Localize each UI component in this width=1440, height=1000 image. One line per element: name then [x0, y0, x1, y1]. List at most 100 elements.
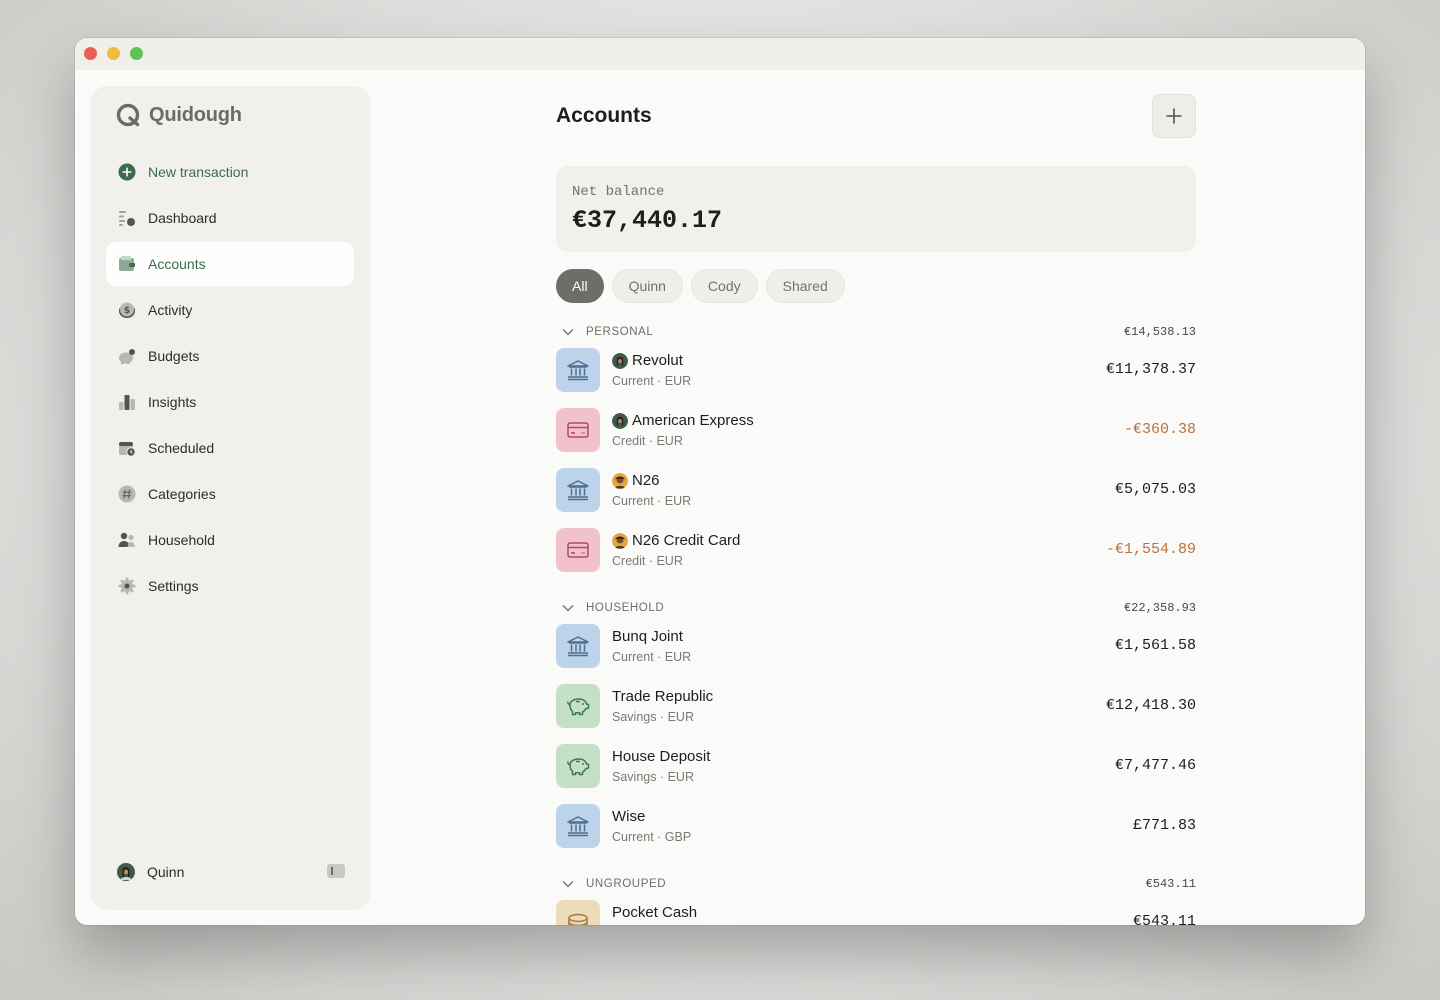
account-type: Current · EUR	[612, 494, 692, 508]
account-name: N26 Credit Card	[632, 532, 741, 549]
account-balance: -€360.38	[1123, 421, 1196, 438]
account-name: N26	[632, 472, 660, 489]
account-type: Savings · EUR	[612, 770, 694, 784]
account-row[interactable]: Trade Republic Savings · EUR €12,418.30	[556, 684, 1196, 728]
account-type: Savings · EUR	[612, 710, 694, 724]
bank-icon	[556, 624, 600, 668]
minimize-window-button[interactable]	[107, 47, 120, 60]
credit-card-icon	[556, 408, 600, 452]
account-row[interactable]: N26 Credit Card Credit · EUR -€1,554.89	[556, 528, 1196, 572]
sidebar-item-label: Household	[148, 532, 215, 548]
dashboard-icon	[118, 209, 136, 227]
title-bar	[75, 38, 1365, 70]
account-balance: €1,561.58	[1114, 637, 1196, 654]
account-type: Credit · EUR	[612, 554, 683, 568]
user-name: Quinn	[147, 864, 185, 880]
sidebar-item-label: Insights	[148, 394, 197, 410]
coins-icon	[556, 900, 600, 925]
account-name: Pocket Cash	[612, 904, 698, 921]
page-title: Accounts	[556, 104, 652, 127]
account-name: Revolut	[632, 352, 683, 369]
sidebar-item-dashboard[interactable]: Dashboard	[106, 196, 354, 240]
account-balance: €11,378.37	[1105, 361, 1196, 378]
account-balance: €7,477.46	[1114, 757, 1196, 774]
owner-filter-tabs: All Quinn Cody Shared	[556, 269, 845, 303]
app-name: Quidough	[149, 103, 242, 126]
account-name: American Express	[632, 412, 754, 429]
net-balance-value: €37,440.17	[572, 206, 723, 235]
group-name: UNGROUPED	[586, 878, 667, 890]
group-header-personal[interactable]: PERSONAL €14,538.13	[556, 324, 1196, 340]
app-window: Quidough New transaction Dashboard Accou…	[75, 38, 1365, 925]
account-row[interactable]: Pocket Cash €543.11	[556, 900, 1196, 925]
account-row[interactable]: House Deposit Savings · EUR €7,477.46	[556, 744, 1196, 788]
svg-text:$: $	[124, 306, 130, 316]
sidebar-item-categories[interactable]: Categories	[106, 472, 354, 516]
sidebar-item-household[interactable]: Household	[106, 518, 354, 562]
filter-quinn[interactable]: Quinn	[611, 269, 683, 303]
credit-card-icon	[556, 528, 600, 572]
account-balance: £771.83	[1132, 817, 1196, 834]
piggy-bank-icon	[556, 744, 600, 788]
piggy-bank-icon	[118, 347, 136, 365]
sidebar-item-budgets[interactable]: Budgets	[106, 334, 354, 378]
piggy-bank-icon	[556, 684, 600, 728]
sidebar-item-scheduled[interactable]: Scheduled	[106, 426, 354, 470]
owner-avatar	[612, 412, 628, 429]
account-row[interactable]: Revolut Current · EUR €11,378.37	[556, 348, 1196, 392]
account-row[interactable]: Wise Current · GBP £771.83	[556, 804, 1196, 848]
sidebar-item-settings[interactable]: Settings	[106, 564, 354, 608]
filter-cody[interactable]: Cody	[690, 269, 758, 303]
chevron-down-icon	[556, 324, 580, 340]
sidebar-item-label: Accounts	[148, 256, 206, 272]
account-balance: €543.11	[1132, 913, 1196, 925]
account-name: Trade Republic	[612, 688, 714, 705]
group-total: €543.11	[1145, 877, 1196, 891]
sidebar-item-label: Settings	[148, 578, 199, 594]
avatar	[117, 863, 135, 881]
group-name: PERSONAL	[586, 326, 654, 338]
sidebar-toggle-icon[interactable]	[327, 864, 345, 878]
hashtag-icon	[118, 485, 136, 503]
owner-avatar	[612, 352, 628, 369]
filter-shared[interactable]: Shared	[765, 269, 845, 303]
new-transaction-label: New transaction	[148, 164, 249, 180]
group-header-ungrouped[interactable]: UNGROUPED €543.11	[556, 876, 1196, 892]
account-type: Credit · EUR	[612, 434, 683, 448]
zoom-window-button[interactable]	[130, 47, 143, 60]
chevron-down-icon	[556, 600, 580, 616]
account-row[interactable]: Bunq Joint Current · EUR €1,561.58	[556, 624, 1196, 668]
account-row[interactable]: American Express Credit · EUR -€360.38	[556, 408, 1196, 452]
group-name: HOUSEHOLD	[586, 602, 665, 614]
group-total: €14,538.13	[1123, 325, 1196, 339]
sidebar-item-accounts[interactable]: Accounts	[106, 242, 354, 286]
sidebar: Quidough New transaction Dashboard Accou…	[91, 86, 370, 910]
sidebar-item-label: Budgets	[148, 348, 200, 364]
account-name: House Deposit	[612, 748, 711, 765]
sidebar-item-activity[interactable]: $ Activity	[106, 288, 354, 332]
add-account-button[interactable]	[1152, 94, 1196, 138]
account-balance: -€1,554.89	[1105, 541, 1196, 558]
account-name: Bunq Joint	[612, 628, 683, 645]
account-type: Current · GBP	[612, 830, 692, 844]
bar-chart-icon	[118, 393, 136, 411]
close-window-button[interactable]	[84, 47, 97, 60]
bank-icon	[556, 804, 600, 848]
group-header-household[interactable]: HOUSEHOLD €22,358.93	[556, 600, 1196, 616]
current-user[interactable]: Quinn	[117, 862, 345, 882]
account-row[interactable]: N26 Current · EUR €5,075.03	[556, 468, 1196, 512]
sidebar-item-label: Categories	[148, 486, 216, 502]
chevron-down-icon	[556, 876, 580, 892]
dollar-coin-icon: $	[118, 301, 136, 319]
filter-all[interactable]: All	[556, 269, 604, 303]
plus-circle-icon	[118, 163, 136, 181]
new-transaction-button[interactable]: New transaction	[106, 150, 354, 194]
sidebar-item-label: Scheduled	[148, 440, 215, 456]
sidebar-item-insights[interactable]: Insights	[106, 380, 354, 424]
account-type: Current · EUR	[612, 374, 692, 388]
account-type: Current · EUR	[612, 650, 692, 664]
wallet-icon	[118, 255, 136, 273]
net-balance-card: Net balance €37,440.17	[556, 166, 1196, 252]
quidough-logo-icon	[116, 103, 140, 127]
owner-avatar	[612, 532, 628, 549]
